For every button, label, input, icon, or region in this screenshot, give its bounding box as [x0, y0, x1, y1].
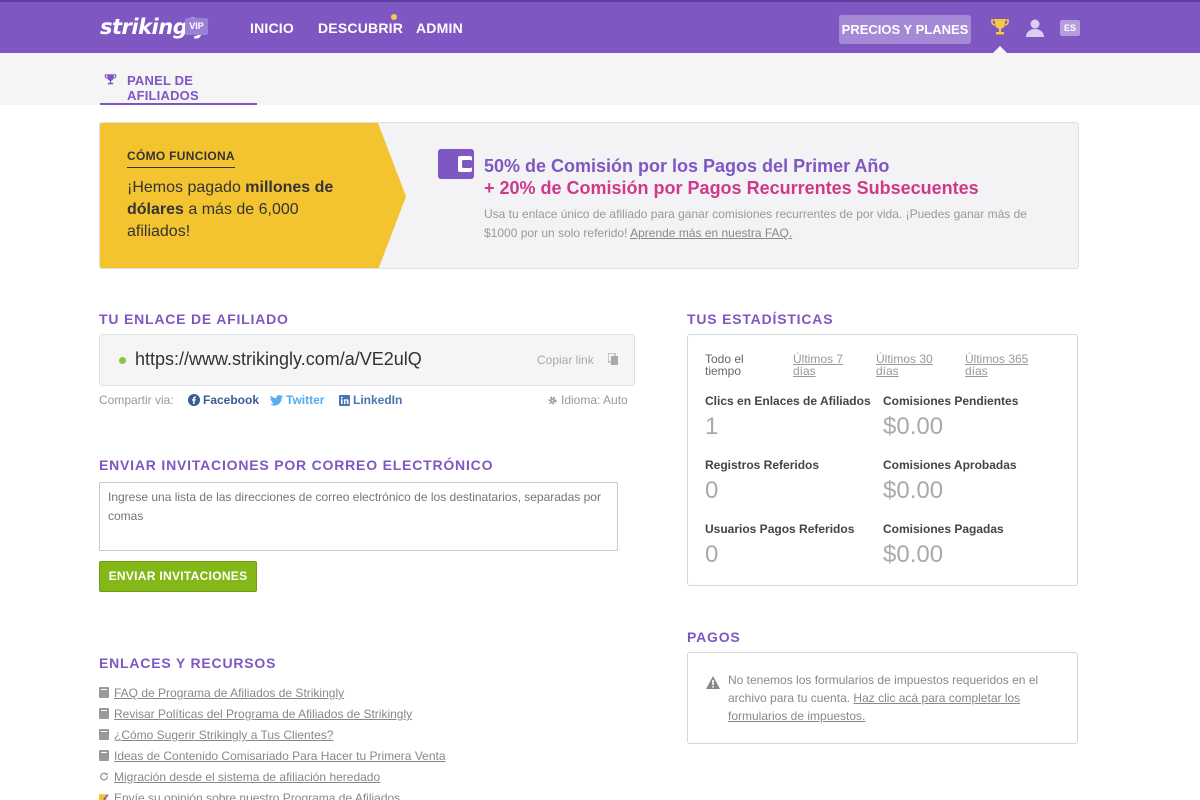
facebook-icon: [188, 394, 200, 406]
stats-panel: Todo el tiempo Últimos 7 días Últimos 30…: [687, 334, 1078, 586]
resources-heading: ENLACES Y RECURSOS: [99, 655, 277, 671]
top-navigation-bar: strikingly VIP INICIO DESCUBRIR ADMIN PR…: [0, 0, 1200, 55]
promo-recurring: + 20% de Comisión por Pagos Recurrentes …: [484, 178, 979, 198]
book-icon: [99, 708, 109, 719]
paid-commissions-label: Comisiones Pagadas: [883, 522, 1004, 536]
resource-item-faq[interactable]: FAQ de Programa de Afiliados de Striking…: [99, 684, 599, 705]
faq-link[interactable]: Aprende más en nuestra FAQ.: [630, 226, 792, 240]
pencil-icon: [99, 794, 109, 800]
resource-link[interactable]: Envíe su opinión sobre nuestro Programa …: [114, 791, 400, 800]
affiliate-link-heading: TU ENLACE DE AFILIADO: [99, 311, 289, 327]
notification-dot: [391, 14, 397, 20]
tab-last-7-days[interactable]: Últimos 7 días: [793, 353, 853, 377]
copy-icon[interactable]: [608, 353, 618, 365]
share-label: Compartir via:: [99, 393, 174, 407]
referred-signups-label: Registros Referidos: [705, 458, 820, 472]
resources-list: FAQ de Programa de Afiliados de Striking…: [99, 684, 599, 800]
book-icon: [99, 750, 109, 761]
send-invitations-button[interactable]: ENVIAR INVITACIONES: [99, 561, 257, 592]
stats-heading: TUS ESTADÍSTICAS: [687, 311, 834, 327]
nav-descubrir[interactable]: DESCUBRIR: [318, 20, 403, 36]
approved-commissions-label: Comisiones Aprobadas: [883, 458, 1017, 472]
pricing-plans-button[interactable]: PRECIOS Y PLANES: [839, 15, 971, 44]
referred-signups-value: 0: [705, 477, 719, 504]
promo-description: Usa tu enlace único de afiliado para gan…: [484, 207, 1027, 240]
user-icon[interactable]: [1025, 18, 1045, 38]
approved-commissions-value: $0.00: [883, 477, 944, 504]
resource-item-feedback[interactable]: Envíe su opinión sobre nuestro Programa …: [99, 789, 599, 800]
copy-link-button[interactable]: Copiar link: [537, 353, 594, 367]
referred-paid-users-value: 0: [705, 541, 719, 568]
promo-first-year: 50% de Comisión por los Pagos del Primer…: [484, 156, 890, 176]
resource-item-suggest[interactable]: ¿Cómo Sugerir Strikingly a Tus Clientes?: [99, 726, 599, 747]
pending-commissions-label: Comisiones Pendientes: [883, 394, 1019, 408]
payments-panel: No tenemos los formularios de impuestos …: [687, 652, 1078, 744]
status-dot: [119, 357, 126, 364]
gear-icon: [548, 396, 557, 405]
nav-inicio[interactable]: INICIO: [250, 20, 294, 36]
trophy-icon: [104, 74, 117, 85]
sub-navigation-bar: PANEL DE AFILIADOS: [0, 53, 1200, 105]
share-twitter[interactable]: Twitter: [270, 393, 324, 407]
payments-heading: PAGOS: [687, 629, 741, 645]
wallet-icon: [438, 149, 474, 179]
resource-item-migration[interactable]: Migración desde el sistema de afiliación…: [99, 768, 599, 789]
warning-icon: [706, 676, 720, 689]
resource-link[interactable]: Revisar Políticas del Programa de Afilia…: [114, 707, 412, 721]
pending-commissions-value: $0.00: [883, 413, 944, 440]
linkedin-icon: [339, 395, 350, 406]
resource-link[interactable]: FAQ de Programa de Afiliados de Striking…: [114, 686, 344, 700]
email-recipients-input[interactable]: [99, 482, 618, 551]
language-setting[interactable]: Idioma: Auto: [547, 393, 628, 407]
email-invites-heading: ENVIAR INVITACIONES POR CORREO ELECTRÓNI…: [99, 457, 494, 473]
resource-item-policies[interactable]: Revisar Políticas del Programa de Afilia…: [99, 705, 599, 726]
how-it-works-banner: CÓMO FUNCIONA ¡Hemos pagado millones de …: [99, 122, 1079, 269]
language-selector[interactable]: ES: [1060, 20, 1080, 36]
resource-link[interactable]: ¿Cómo Sugerir Strikingly a Tus Clientes?: [114, 728, 333, 742]
tab-affiliate-panel-label: PANEL DE AFILIADOS: [127, 73, 199, 103]
twitter-icon: [270, 395, 283, 406]
tab-last-365-days[interactable]: Últimos 365 días: [965, 353, 1037, 377]
affiliate-url[interactable]: https://www.strikingly.com/a/VE2ulQ: [135, 349, 422, 370]
book-icon: [99, 687, 109, 698]
share-row: Compartir via: Facebook Twitter LinkedIn…: [99, 393, 639, 409]
share-linkedin[interactable]: LinkedIn: [339, 393, 402, 407]
resource-link[interactable]: Ideas de Contenido Comisariado Para Hace…: [114, 749, 446, 763]
book-icon: [99, 729, 109, 740]
affiliate-link-box: https://www.strikingly.com/a/VE2ulQ Copi…: [99, 334, 635, 386]
tax-forms-notice: No tenemos los formularios de impuestos …: [728, 673, 1039, 723]
resource-item-content-ideas[interactable]: Ideas de Contenido Comisariado Para Hace…: [99, 747, 599, 768]
nav-admin[interactable]: ADMIN: [416, 20, 463, 36]
referred-paid-users-label: Usuarios Pagos Referidos: [705, 522, 855, 536]
affiliate-clicks-label: Clics en Enlaces de Afiliados: [705, 394, 871, 408]
tab-all-time[interactable]: Todo el tiempo: [705, 353, 757, 377]
how-it-works-text: ¡Hemos pagado millones de dólares a más …: [127, 179, 334, 240]
how-it-works-title: CÓMO FUNCIONA: [127, 149, 235, 168]
share-facebook[interactable]: Facebook: [188, 393, 259, 407]
refresh-icon: [100, 772, 109, 781]
vip-badge: VIP: [185, 18, 208, 35]
affiliate-clicks-value: 1: [705, 413, 719, 440]
paid-commissions-value: $0.00: [883, 541, 944, 568]
tab-last-30-days[interactable]: Últimos 30 días: [876, 353, 942, 377]
trophy-icon[interactable]: [990, 17, 1010, 37]
resource-link[interactable]: Migración desde el sistema de afiliación…: [114, 770, 380, 784]
tab-affiliate-panel[interactable]: PANEL DE AFILIADOS: [100, 53, 257, 105]
